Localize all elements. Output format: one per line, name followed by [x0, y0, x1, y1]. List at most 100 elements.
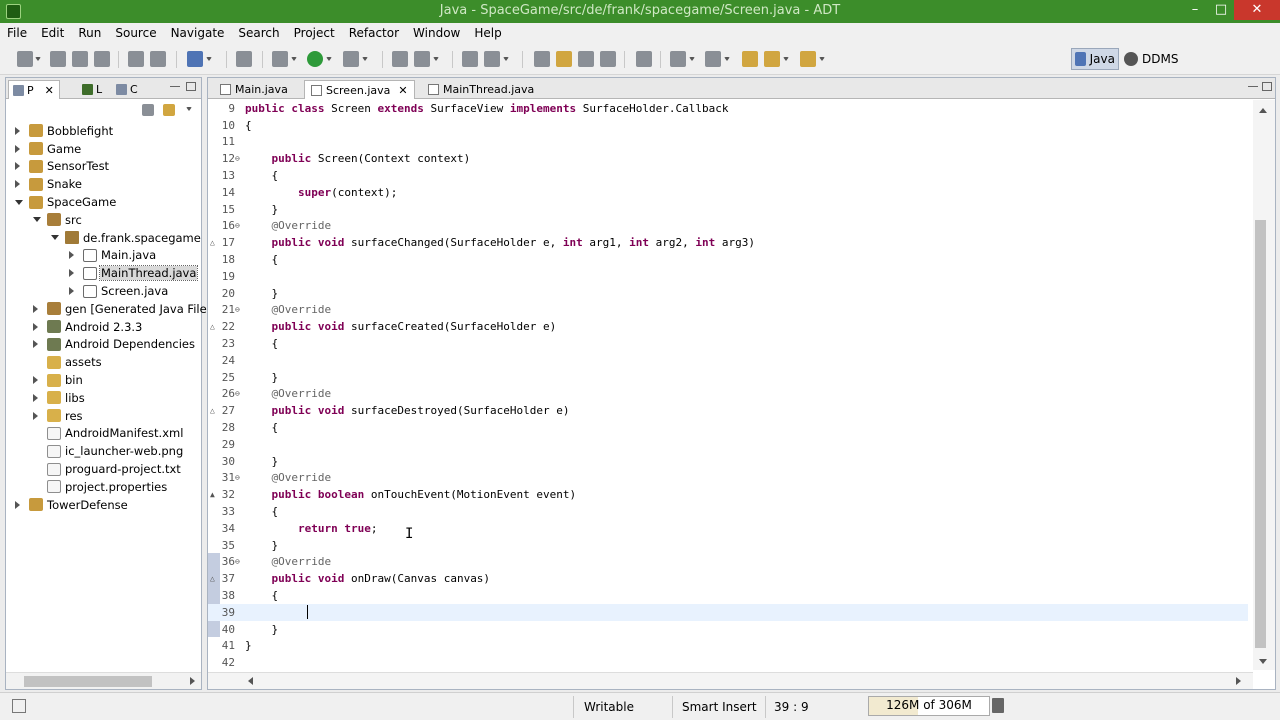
collapsed-arrow-icon[interactable]: [69, 287, 74, 296]
chevron-down-icon[interactable]: [362, 57, 368, 61]
tree-item[interactable]: Android Dependencies: [6, 336, 201, 354]
scroll-right-icon[interactable]: [190, 677, 195, 685]
fold-toggle-icon[interactable]: ⊖: [235, 221, 243, 230]
minimize-panel-icon[interactable]: [1248, 86, 1258, 89]
chevron-down-icon[interactable]: [206, 57, 212, 61]
tree-item[interactable]: gen [Generated Java Files]: [6, 300, 217, 318]
chevron-down-icon[interactable]: [689, 57, 695, 61]
avd-manager-icon[interactable]: [150, 51, 166, 67]
tree-item[interactable]: proguard-project.txt: [6, 460, 201, 478]
block-selection-icon[interactable]: [578, 51, 594, 67]
perspective-ddms-button[interactable]: DDMS: [1124, 48, 1178, 70]
trash-icon[interactable]: [992, 698, 1004, 713]
code-line[interactable]: 18 {: [208, 251, 1248, 268]
code-line[interactable]: 34 return true;: [208, 520, 1248, 537]
menu-item-navigate[interactable]: Navigate: [171, 26, 233, 40]
code-line[interactable]: 19: [208, 268, 1248, 285]
tree-item[interactable]: MainThread.java: [6, 264, 201, 282]
code-line[interactable]: 22 △ public void surfaceCreated(SurfaceHo…: [208, 318, 1248, 335]
scrollbar-thumb[interactable]: [1255, 220, 1266, 648]
menu-item-window[interactable]: Window: [413, 26, 468, 40]
code-line[interactable]: 27 △ public void surfaceDestroyed(Surface…: [208, 402, 1248, 419]
tree-item[interactable]: TowerDefense: [6, 496, 201, 514]
chevron-down-icon[interactable]: [35, 57, 41, 61]
new-package-icon[interactable]: [392, 51, 408, 67]
chevron-down-icon[interactable]: [433, 57, 439, 61]
scroll-left-icon[interactable]: [248, 677, 253, 685]
expanded-arrow-icon[interactable]: [33, 217, 41, 223]
tree-item[interactable]: Game: [6, 140, 201, 158]
editor-tab[interactable]: Main.java: [214, 80, 294, 99]
maximize-panel-icon[interactable]: [186, 82, 196, 91]
left-horizontal-scrollbar[interactable]: [6, 672, 201, 689]
collapsed-arrow-icon[interactable]: [33, 304, 38, 313]
code-line[interactable]: 31 ⊖ @Override: [208, 470, 1248, 487]
collapse-all-icon[interactable]: [142, 104, 154, 116]
previous-annotation-icon[interactable]: [705, 51, 721, 67]
collapsed-arrow-icon[interactable]: [15, 162, 20, 171]
collapsed-arrow-icon[interactable]: [33, 376, 38, 385]
show-whitespace-icon[interactable]: [600, 51, 616, 67]
tree-item[interactable]: ic_launcher-web.png: [6, 442, 201, 460]
code-line[interactable]: 25 }: [208, 369, 1248, 386]
code-line[interactable]: 14 super(context);: [208, 184, 1248, 201]
tree-item[interactable]: assets: [6, 353, 201, 371]
editor-tab[interactable]: Screen.java ✕: [304, 80, 415, 99]
collapsed-arrow-icon[interactable]: [15, 144, 20, 153]
collapsed-arrow-icon[interactable]: [69, 269, 74, 278]
collapsed-arrow-icon[interactable]: [15, 180, 20, 189]
tree-item[interactable]: SensorTest: [6, 158, 201, 176]
code-line[interactable]: 17 △ public void surfaceChanged(SurfaceHo…: [208, 234, 1248, 251]
code-line[interactable]: 42: [208, 654, 1248, 671]
forward-icon[interactable]: [800, 51, 816, 67]
fold-toggle-icon[interactable]: ⊖: [235, 557, 243, 566]
tree-item[interactable]: Screen.java: [6, 282, 201, 300]
tree-item[interactable]: bin: [6, 371, 201, 389]
close-tab-icon[interactable]: ✕: [398, 84, 407, 97]
scroll-down-icon[interactable]: [1259, 659, 1267, 664]
new-class-icon[interactable]: [414, 51, 430, 67]
code-line[interactable]: 20 }: [208, 285, 1248, 302]
menu-item-search[interactable]: Search: [238, 26, 287, 40]
tree-item[interactable]: Android 2.3.3: [6, 318, 201, 336]
code-line[interactable]: 24: [208, 352, 1248, 369]
scroll-up-icon[interactable]: [1259, 108, 1267, 113]
menu-item-edit[interactable]: Edit: [41, 26, 72, 40]
fold-toggle-icon[interactable]: ⊖: [235, 305, 243, 314]
code-line[interactable]: 33 {: [208, 503, 1248, 520]
chevron-down-icon[interactable]: [291, 57, 297, 61]
code-line[interactable]: 23 {: [208, 335, 1248, 352]
code-line[interactable]: 16 ⊖ @Override: [208, 218, 1248, 235]
collapsed-arrow-icon[interactable]: [33, 340, 38, 349]
tree-item[interactable]: res: [6, 407, 201, 425]
maximize-panel-icon[interactable]: [1262, 82, 1272, 91]
code-line[interactable]: 11: [208, 134, 1248, 151]
new-icon[interactable]: [17, 51, 33, 67]
open-type-icon[interactable]: [462, 51, 478, 67]
external-tools-icon[interactable]: [343, 51, 359, 67]
pin-icon[interactable]: [636, 51, 652, 67]
tree-item[interactable]: project.properties: [6, 478, 201, 496]
tree-item[interactable]: libs: [6, 389, 201, 407]
chevron-down-icon[interactable]: [819, 57, 825, 61]
minimize-button[interactable]: –: [1182, 0, 1208, 20]
editor-tab[interactable]: MainThread.java: [422, 80, 540, 99]
chevron-down-icon[interactable]: [724, 57, 730, 61]
maximize-button[interactable]: □: [1208, 0, 1234, 20]
code-line[interactable]: 41}: [208, 638, 1248, 655]
code-line[interactable]: 32 ▲ public boolean onTouchEvent(MotionEv…: [208, 486, 1248, 503]
debug-icon[interactable]: [272, 51, 288, 67]
code-line[interactable]: 36 ⊖ @Override: [208, 554, 1248, 571]
tree-item[interactable]: AndroidManifest.xml: [6, 425, 201, 443]
chevron-down-icon[interactable]: [326, 57, 332, 61]
menu-item-run[interactable]: Run: [78, 26, 109, 40]
close-button[interactable]: ✕: [1234, 0, 1280, 20]
horizontal-scrollbar[interactable]: [208, 672, 1253, 689]
next-annotation-icon[interactable]: [670, 51, 686, 67]
code-line[interactable]: 40 }: [208, 621, 1248, 638]
toggle-mark-occurrences-icon[interactable]: [534, 51, 550, 67]
chevron-down-icon[interactable]: [503, 57, 509, 61]
print-icon[interactable]: [94, 51, 110, 67]
tab-package-explorer[interactable]: P ✕: [8, 80, 60, 99]
back-icon[interactable]: [764, 51, 780, 67]
